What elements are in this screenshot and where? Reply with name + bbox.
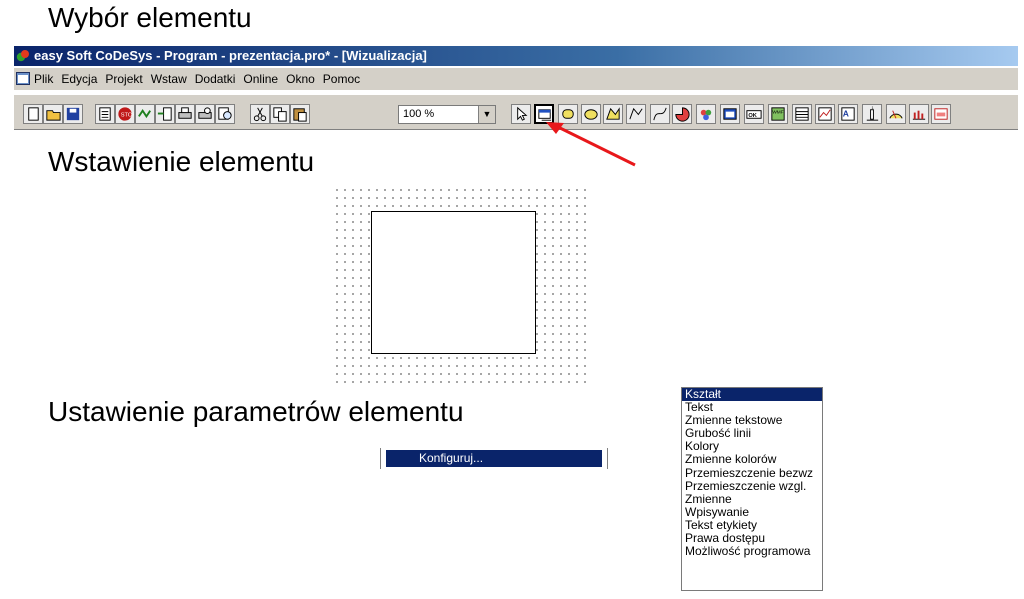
window-title-bar: easy Soft CoDeSys - Program - prezentacj…	[14, 46, 1018, 66]
menu-item-wstaw[interactable]: Wstaw	[151, 68, 187, 90]
context-menu: Konfiguruj...	[380, 448, 608, 469]
menu-item-edycja[interactable]: Edycja	[61, 68, 97, 90]
rectangle-element[interactable]	[371, 211, 536, 354]
meter-icon[interactable]	[886, 104, 906, 124]
category-list[interactable]: Kształt Tekst Zmienne tekstowe Grubość lini…	[681, 387, 823, 591]
table-icon[interactable]	[792, 104, 812, 124]
configure-menu-item[interactable]: Konfiguruj...	[386, 450, 602, 467]
print-icon[interactable]	[175, 104, 195, 124]
stop-icon[interactable]: STOP	[115, 104, 135, 124]
trend-icon[interactable]	[815, 104, 835, 124]
svg-text:OK: OK	[748, 113, 757, 119]
category-list-item[interactable]: Przemieszczenie wzgl.	[682, 479, 822, 493]
zoom-select[interactable]: 100 % ▼	[398, 105, 496, 124]
save-icon[interactable]	[63, 104, 83, 124]
pie-icon[interactable]	[672, 104, 692, 124]
paste-icon[interactable]	[290, 104, 310, 124]
heading-select-element: Wybór elementu	[48, 2, 252, 33]
activex-icon[interactable]	[931, 104, 951, 124]
category-list-item[interactable]: Przemieszczenie bezwz	[682, 466, 822, 480]
new-icon[interactable]	[23, 104, 43, 124]
bar-display-icon[interactable]: 1	[862, 104, 882, 124]
step-icon[interactable]	[155, 104, 175, 124]
toolbar: STOP 100 % ▼ OK WMF A 1	[14, 94, 1018, 130]
menu-bar: Plik Edycja Projekt Wstaw Dodatki Online Okno P…	[14, 68, 1018, 90]
menu-item-plik[interactable]: Plik	[34, 68, 53, 90]
menu-item-projekt[interactable]: Projekt	[105, 68, 142, 90]
copy-icon[interactable]	[270, 104, 290, 124]
window-title: easy Soft CoDeSys - Program - prezentacj…	[34, 48, 427, 63]
build-icon[interactable]	[95, 104, 115, 124]
chevron-down-icon[interactable]: ▼	[478, 106, 495, 123]
wmf-file-icon[interactable]: WMF	[768, 104, 788, 124]
category-list-item[interactable]: Możliwość programowa	[682, 545, 822, 558]
category-list-item[interactable]: Zmienne	[682, 492, 822, 506]
select-icon[interactable]	[511, 104, 531, 124]
menu-item-okno[interactable]: Okno	[286, 68, 315, 90]
curve-icon[interactable]	[650, 104, 670, 124]
category-list-item[interactable]: Zmienne kolorów	[682, 453, 822, 466]
button-icon[interactable]: OK	[744, 104, 764, 124]
category-list-item[interactable]: Wpisywanie	[682, 505, 822, 519]
svg-text:WMF: WMF	[772, 110, 783, 116]
cut-icon[interactable]	[250, 104, 270, 124]
open-icon[interactable]	[43, 104, 63, 124]
zoom-value: 100 %	[403, 108, 435, 120]
pointer-arrow-icon	[546, 122, 636, 167]
svg-text:STOP: STOP	[121, 112, 134, 118]
svg-text:1: 1	[872, 106, 874, 110]
run-icon[interactable]	[135, 104, 155, 124]
alarm-table-icon[interactable]: A	[838, 104, 858, 124]
bitmap-icon[interactable]	[696, 104, 716, 124]
app-logo-icon	[16, 50, 29, 62]
zoom-icon[interactable]	[215, 104, 235, 124]
menu-item-pomoc[interactable]: Pomoc	[323, 68, 360, 90]
document-icon	[16, 72, 30, 85]
heading-insert-element: Wstawienie elementu	[48, 146, 315, 177]
menu-item-online[interactable]: Online	[243, 68, 278, 90]
print-preview-icon[interactable]	[195, 104, 215, 124]
histogram-icon[interactable]	[909, 104, 929, 124]
visualization-icon[interactable]	[720, 104, 740, 124]
svg-text:A: A	[843, 108, 849, 118]
heading-element-parameters: Ustawienie parametrów elementu	[48, 396, 464, 427]
menu-item-dodatki[interactable]: Dodatki	[195, 68, 236, 90]
